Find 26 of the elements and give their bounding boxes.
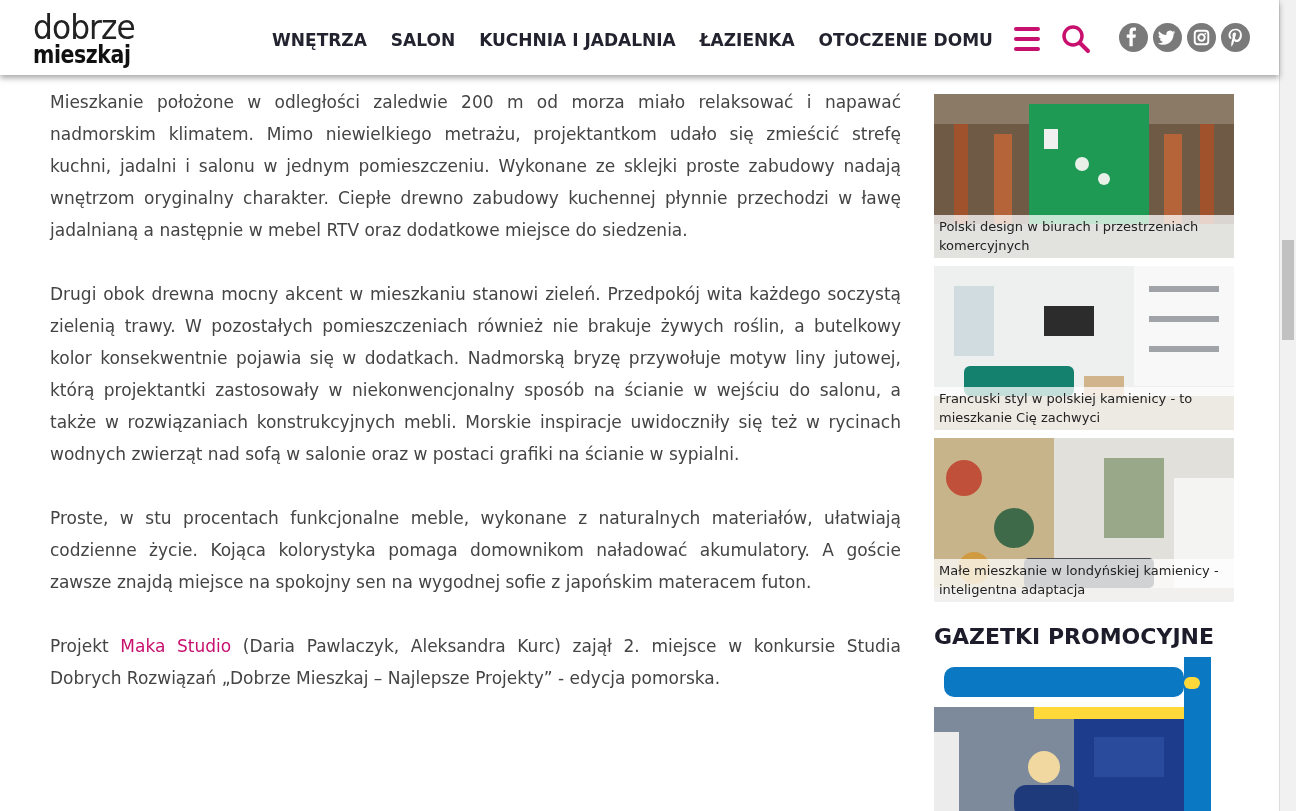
site-logo[interactable]: dobrze mieszkaj bbox=[33, 10, 153, 67]
article-paragraph: Projekt Maka Studio (Daria Pawlaczyk, Aleksandra Kurc) zajął 2. miejsce w konkursie Studia Dobrych Rozwiązań „Dobrze Mieszkaj – Najlepsze Projekty” - edycja pomorska. bbox=[50, 635, 901, 690]
card-caption[interactable]: Polski design w biurach i przestrzeniach komercyjnych bbox=[934, 215, 1234, 258]
article-paragraph: Proste, w stu procentach funkcjonalne meble, wykonane z naturalnych materiałów, ułatwiają codzienne życie. Kojąca kolorystyka pomaga domownikom naładować akumulatory. A goście zawsze znajdą miejsce na spokojny sen na wygodnej sofie z japońskim materacem futon. bbox=[50, 507, 901, 594]
article-card[interactable]: Polski design w biurach i przestrzeniach komercyjnych bbox=[934, 94, 1234, 258]
instagram-icon[interactable] bbox=[1186, 23, 1216, 52]
section-heading: GAZETKI PROMOCYJNE bbox=[934, 624, 1216, 649]
twitter-icon[interactable] bbox=[1152, 23, 1182, 52]
facebook-icon[interactable] bbox=[1118, 23, 1148, 52]
card-caption[interactable]: Francuski styl w polskiej kamienicy - to mieszkanie Cię zachwyci bbox=[934, 387, 1234, 430]
menu-icon[interactable] bbox=[1012, 25, 1041, 52]
text-link[interactable]: Maka Studio bbox=[120, 636, 232, 656]
article-paragraph: Drugi obok drewna mocny akcent w mieszkaniu stanowi zieleń. Przedpokój wita każdego soczystą zielenią trawy. W pozostałych pomieszczeniach również nie brakuje żywych roślin, a butelkowy kolor konsekwentnie pojawia się w dodatkach. Nadmorską bryzę przywołuje motyw liny jutowej, którą projektantki zastosowały w niekonwencjonalny sposób na ścianie w wejściu do salonu, a także w rozwiązaniach konstrukcyjnych mebli. Morskie inspiracje uwidoczniły się też w rycinach wodnych zwierząt nad sofą w salonie oraz w postaci grafiki na ścianie w sypialni. bbox=[50, 283, 901, 466]
pinterest-icon[interactable] bbox=[1220, 23, 1250, 52]
nav-link[interactable]: ŁAZIENKA bbox=[699, 29, 795, 50]
article-card[interactable]: Małe mieszkanie w londyńskiej kamienicy - inteligentna adaptacja bbox=[934, 438, 1234, 602]
scrollbar-thumb[interactable] bbox=[1282, 240, 1294, 340]
card-caption[interactable]: Małe mieszkanie w londyńskiej kamienicy - inteligentna adaptacja bbox=[934, 559, 1234, 602]
nav-link[interactable]: OTOCZENIE DOMU bbox=[818, 29, 993, 50]
article-paragraph: Mieszkanie położone w odległości zaledwie 200 m od morza miało relaksować i napawać nadmorskim klimatem. Mimo niewielkiego metrażu, projektantkom udało się zmieścić strefę kuchni, jadalni i salonu w jednym pomieszczeniu. Wykonane ze sklejki proste zabudowy nadają wnętrzom oryginalny charakter. Ciepłe drewno zabudowy kuchennej płynnie przechodzi w ławę jadalnianą a następnie w mebel RTV oraz dodatkowe miejsce do siedzenia. bbox=[50, 91, 901, 242]
nav-link[interactable]: SALON bbox=[390, 29, 456, 50]
scrollbar[interactable] bbox=[1279, 0, 1296, 811]
nav-link[interactable]: KUCHNIA I JADALNIA bbox=[479, 29, 676, 50]
nav-link[interactable]: WNĘTRZA bbox=[272, 29, 367, 50]
article-card[interactable]: Francuski styl w polskiej kamienicy - to mieszkanie Cię zachwyci bbox=[934, 266, 1234, 430]
search-icon[interactable] bbox=[1060, 23, 1091, 54]
